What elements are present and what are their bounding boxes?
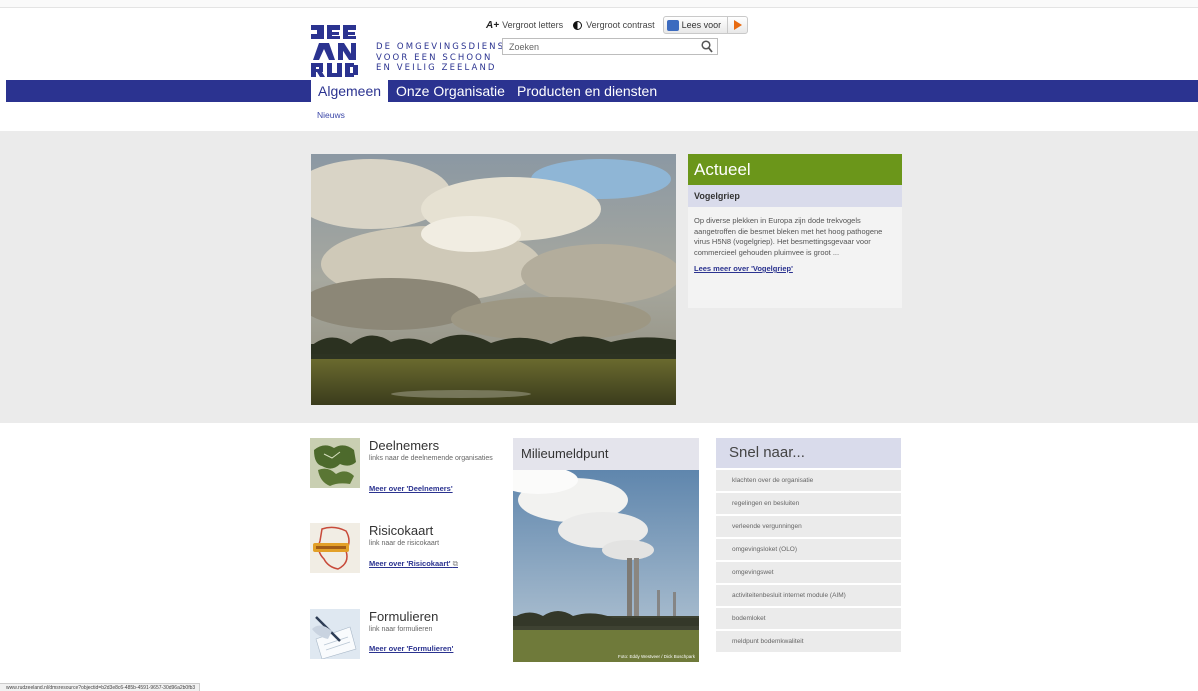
actueel-heading: Actueel bbox=[688, 154, 902, 185]
accessibility-bar: A+ Vergroot letters Vergroot contrast Le… bbox=[486, 16, 749, 34]
logo-line-3: EN VEILIG ZEELAND bbox=[376, 63, 497, 73]
text-size-icon: A+ bbox=[486, 19, 500, 31]
chimney-photo-image bbox=[513, 470, 699, 662]
search-icon[interactable] bbox=[701, 40, 713, 53]
formulieren-item: Formulieren link naar formulieren Meer o… bbox=[310, 609, 500, 661]
nav-onze-organisatie[interactable]: Onze Organisatie bbox=[396, 80, 505, 102]
browser-top-edge bbox=[0, 0, 1198, 8]
deelnemers-more-link[interactable]: Meer over 'Deelnemers' bbox=[369, 484, 453, 493]
snel-link-bodemloket[interactable]: bodemloket bbox=[716, 608, 901, 629]
snel-naar-heading: Snel naar... bbox=[716, 438, 901, 468]
hero-photo bbox=[311, 154, 676, 405]
risicokaart-thumbnail[interactable] bbox=[310, 523, 360, 573]
hero-photo-image bbox=[311, 154, 676, 405]
milieumeldpunt-heading: Milieumeldpunt bbox=[521, 446, 609, 461]
actueel-subheading: Vogelgriep bbox=[688, 185, 902, 207]
logo-mark-icon bbox=[311, 25, 358, 77]
logo-tagline: DE OMGEVINGSDIENST VOOR EEN SCHOON EN VE… bbox=[376, 42, 512, 74]
risk-map-icon bbox=[310, 523, 360, 573]
contrast-link[interactable]: Vergroot contrast bbox=[586, 20, 655, 30]
deelnemers-desc: links naar de deelnemende organisaties bbox=[369, 455, 493, 462]
formulieren-desc: link naar formulieren bbox=[369, 626, 433, 633]
logo-line-1: DE OMGEVINGSDIENST bbox=[376, 42, 513, 52]
risicokaart-title: Risicokaart bbox=[369, 523, 434, 538]
snel-link-omgevingswet[interactable]: omgevingswet bbox=[716, 562, 901, 583]
snel-naar-panel: Snel naar... klachten over de organisati… bbox=[716, 438, 901, 652]
snel-link-omgevingsloket[interactable]: omgevingsloket (OLO) bbox=[716, 539, 901, 560]
formulieren-more-link[interactable]: Meer over 'Formulieren' bbox=[369, 644, 453, 653]
risicokaart-desc: link naar de risicokaart bbox=[369, 540, 440, 547]
formulieren-thumbnail[interactable] bbox=[310, 609, 360, 659]
snel-link-aim[interactable]: activiteitenbesluit internet module (AIM… bbox=[716, 585, 901, 606]
snel-link-regelingen[interactable]: regelingen en besluiten bbox=[716, 493, 901, 514]
deelnemers-title: Deelnemers bbox=[369, 438, 440, 453]
bigger-text-link[interactable]: Vergroot letters bbox=[502, 20, 563, 30]
milieumeldpunt-photo: Foto: Eddy Westveer / Dick Boschpark bbox=[513, 470, 699, 662]
map-icon bbox=[310, 438, 360, 488]
search-input[interactable]: Zoeken bbox=[502, 38, 718, 55]
milieumeldpunt-panel[interactable]: Milieumeldpunt Foto: Eddy Westveer / Dic… bbox=[513, 438, 699, 662]
actueel-read-more-link[interactable]: Lees meer over 'Vogelgriep' bbox=[694, 264, 896, 273]
actueel-panel: Actueel Vogelgriep Op diverse plekken in… bbox=[688, 154, 902, 308]
actueel-body: Op diverse plekken in Europa zijn dode t… bbox=[694, 216, 883, 257]
snel-link-vergunningen[interactable]: verleende vergunningen bbox=[716, 516, 901, 537]
risicokaart-more-label: Meer over 'Risicokaart' bbox=[369, 559, 451, 568]
deelnemers-item: Deelnemers links naar de deelnemende org… bbox=[310, 438, 500, 493]
nav-producten-en-diensten[interactable]: Producten en diensten bbox=[517, 80, 657, 102]
formulieren-title: Formulieren bbox=[369, 609, 439, 624]
risicokaart-more-link[interactable]: Meer over 'Risicokaart' ⧉ bbox=[369, 559, 458, 569]
form-icon bbox=[310, 609, 360, 659]
search-placeholder: Zoeken bbox=[509, 42, 540, 52]
logo-line-2: VOOR EEN SCHOON bbox=[376, 52, 493, 63]
read-aloud-label: Lees voor bbox=[681, 20, 722, 30]
play-icon[interactable] bbox=[727, 17, 747, 33]
read-aloud-button[interactable]: Lees voor bbox=[662, 16, 749, 34]
risicokaart-item: Risicokaart link naar de risicokaart Mee… bbox=[310, 523, 500, 575]
nav-algemeen[interactable]: Algemeen bbox=[311, 80, 389, 102]
contrast-icon bbox=[573, 20, 583, 30]
snel-link-klachten[interactable]: klachten over de organisatie bbox=[716, 470, 901, 491]
rud-zeeland-logo[interactable]: DE OMGEVINGSDIENST VOOR EEN SCHOON EN VE… bbox=[311, 25, 510, 77]
speaker-icon bbox=[666, 19, 679, 31]
photo-credit: Foto: Eddy Westveer / Dick Boschpark bbox=[618, 654, 695, 659]
status-bar-url: www.rudzeeland.nl/dmsresource?objectid=b… bbox=[0, 683, 200, 691]
subnav-nieuws[interactable]: Nieuws bbox=[317, 110, 345, 120]
external-link-icon: ⧉ bbox=[452, 559, 458, 568]
snel-link-bodemkwaliteit[interactable]: meldpunt bodemkwaliteit bbox=[716, 631, 901, 652]
deelnemers-map-thumbnail[interactable] bbox=[310, 438, 360, 488]
